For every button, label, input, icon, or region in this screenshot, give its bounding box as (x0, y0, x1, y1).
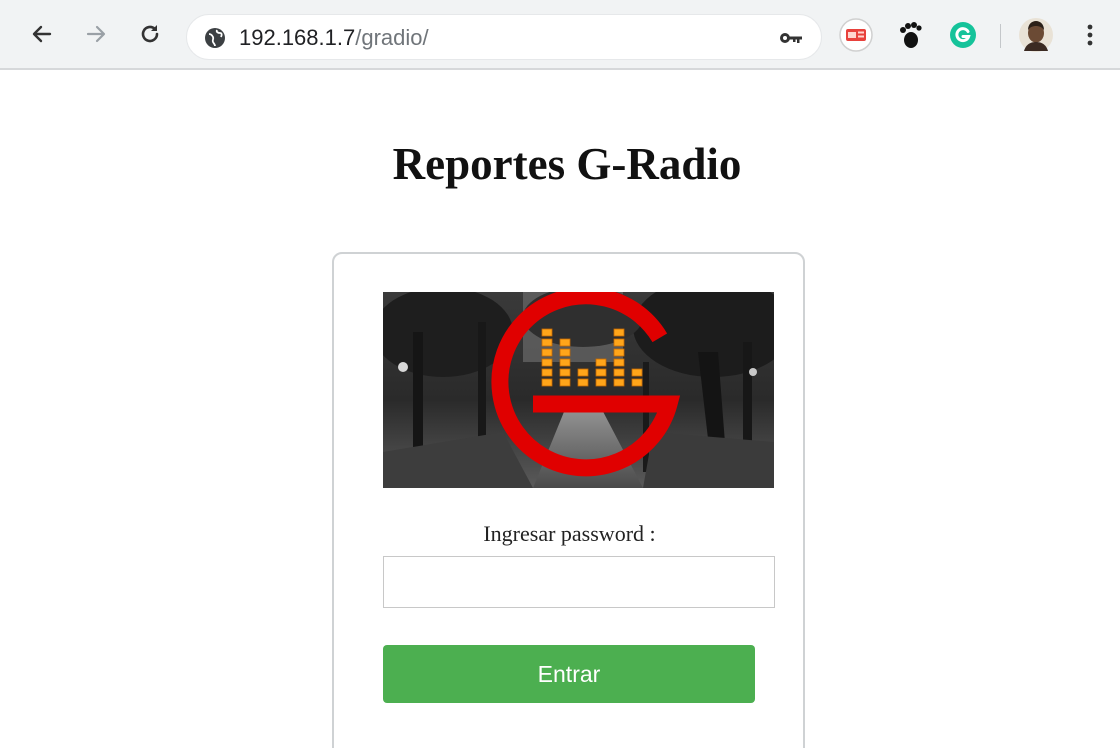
radio-extension-icon (839, 18, 873, 52)
address-bar[interactable]: 192.168.1.7/gradio/ (186, 14, 822, 60)
reload-icon (141, 25, 159, 43)
more-vertical-icon (1087, 24, 1093, 46)
login-card: Ingresar password : Entrar (332, 252, 805, 748)
browser-toolbar: 192.168.1.7/gradio/ (0, 0, 1120, 70)
password-label: Ingresar password : (483, 521, 656, 546)
password-input[interactable] (383, 556, 775, 608)
url-text: 192.168.1.7/gradio/ (239, 26, 429, 50)
forward-button[interactable] (78, 16, 114, 52)
browser-menu-button[interactable] (1078, 18, 1102, 52)
url-path: /gradio/ (355, 25, 429, 50)
arrow-left-icon (32, 25, 52, 43)
extension-grammarly-button[interactable] (948, 18, 978, 52)
submit-button[interactable]: Entrar (383, 645, 755, 703)
extension-gnome-button[interactable] (895, 18, 925, 52)
arrow-right-icon (86, 25, 106, 43)
footprint-icon (900, 22, 922, 48)
reload-button[interactable] (132, 16, 168, 52)
g-radio-logo (383, 292, 774, 488)
globe-icon (205, 28, 225, 48)
extension-radio-button[interactable] (838, 18, 874, 52)
logo-banner (383, 292, 774, 488)
url-host: 192.168.1.7 (239, 25, 356, 50)
grammarly-icon (950, 22, 976, 48)
avatar-icon (1019, 18, 1053, 52)
page-title: Reportes G-Radio (392, 139, 742, 189)
key-icon[interactable] (777, 26, 805, 50)
profile-button[interactable] (1018, 18, 1054, 52)
toolbar-divider (1000, 24, 1001, 48)
back-button[interactable] (24, 16, 60, 52)
